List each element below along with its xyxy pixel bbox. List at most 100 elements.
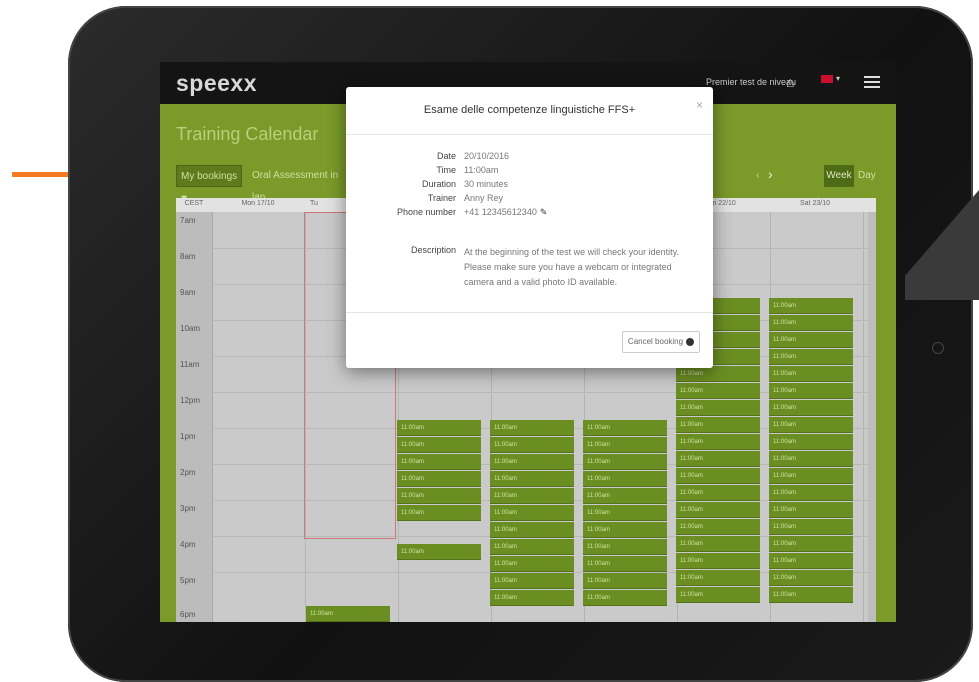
slot-block[interactable]: 11:00am xyxy=(583,556,667,572)
slot-block[interactable]: 11:00am xyxy=(676,366,760,382)
slot-block[interactable]: 11:00am xyxy=(769,570,853,586)
speexx-logo[interactable]: speexx xyxy=(176,70,257,97)
day-column-mon[interactable] xyxy=(213,212,306,622)
slot-block[interactable]: 11:00am xyxy=(583,454,667,470)
slot-block[interactable]: 11:00am xyxy=(769,366,853,382)
slot-block[interactable]: 11:00am xyxy=(397,471,481,487)
slot-block[interactable]: 11:00am xyxy=(397,454,481,470)
slot-block[interactable]: 11:00am xyxy=(676,417,760,433)
slot-block[interactable]: 11:00am xyxy=(583,437,667,453)
slot-block[interactable]: 11:00am xyxy=(769,315,853,331)
slot-block[interactable]: 11:00am xyxy=(676,502,760,518)
time-value: 11:00am xyxy=(464,165,499,175)
slot-block[interactable]: 11:00am xyxy=(490,488,574,504)
slot-block[interactable]: 11:00am xyxy=(490,437,574,453)
slot-block[interactable]: 11:00am xyxy=(769,298,853,314)
slot-block[interactable]: 11:00am xyxy=(583,539,667,555)
slot-block[interactable]: 11:00am xyxy=(583,420,667,436)
slot-block[interactable]: 11:00am xyxy=(676,519,760,535)
slot-block[interactable]: 11:00am xyxy=(769,485,853,501)
slot-block[interactable]: 11:00am xyxy=(769,383,853,399)
hour-label: 11am xyxy=(180,360,200,369)
hour-label: 7am xyxy=(180,216,196,225)
slot-block[interactable]: 11:00am xyxy=(397,420,481,436)
hour-label: 1pm xyxy=(180,432,196,441)
menu-icon[interactable] xyxy=(864,76,880,78)
slot-block[interactable]: 11:00am xyxy=(490,471,574,487)
slot-block[interactable]: 11:00am xyxy=(397,544,481,560)
slot-block[interactable]: 11:00am xyxy=(769,434,853,450)
slot-block[interactable]: 11:00am xyxy=(490,573,574,589)
day-header: Sat 23/10 xyxy=(800,200,830,207)
slot-block[interactable]: 11:00am xyxy=(676,383,760,399)
booking-details-modal: Esame delle competenze linguistiche FFS+… xyxy=(346,87,713,368)
cancel-booking-button[interactable]: Cancel booking xyxy=(622,331,700,353)
my-bookings-button[interactable]: My bookings ■ xyxy=(176,165,242,204)
prev-week-button[interactable]: ‹ xyxy=(756,170,759,181)
trainer-value: Anny Rey xyxy=(464,193,504,203)
slot-block[interactable]: 11:00am xyxy=(769,587,853,603)
slot-block[interactable]: 11:00am xyxy=(769,468,853,484)
slot-block[interactable]: 11:00am xyxy=(676,553,760,569)
chevron-down-icon[interactable]: ▾ xyxy=(836,74,840,83)
slot-block[interactable]: 11:00am xyxy=(676,570,760,586)
slot-block[interactable]: 11:00am xyxy=(676,400,760,416)
slot-block[interactable]: 11:00am xyxy=(583,505,667,521)
slot-block[interactable]: 11:00am xyxy=(490,590,574,606)
pencil-icon[interactable]: ✎ xyxy=(540,207,548,218)
slot-block[interactable]: 11:00am xyxy=(583,590,667,606)
level-test-link[interactable]: Premier test de niveau xyxy=(706,77,796,87)
week-view-button[interactable]: Week xyxy=(824,165,854,187)
hour-label: 10am xyxy=(180,324,201,333)
slot-block[interactable]: 11:00am xyxy=(676,536,760,552)
slot-block[interactable]: 11:00am xyxy=(583,573,667,589)
day-view-button[interactable]: Day xyxy=(858,165,886,187)
slot-block[interactable]: 11:00am xyxy=(769,349,853,365)
slot-block[interactable]: 11:00am xyxy=(583,471,667,487)
slot-block[interactable]: 11:00am xyxy=(676,451,760,467)
slot-block[interactable]: 11:00am xyxy=(676,468,760,484)
slot-block[interactable]: 11:00am xyxy=(769,400,853,416)
home-icon[interactable]: ⌂ xyxy=(786,74,794,90)
slot-block[interactable]: 11:00am xyxy=(490,420,574,436)
time-label: Time xyxy=(436,165,456,175)
slot-block[interactable]: 11:00am xyxy=(490,539,574,555)
hour-label: 12pm xyxy=(180,396,201,405)
flag-icon[interactable] xyxy=(821,75,833,83)
hour-label: 8am xyxy=(180,252,196,261)
modal-divider xyxy=(346,134,713,135)
logo-text: speexx xyxy=(176,70,258,96)
course-filter-select[interactable]: Oral Assessment in lan xyxy=(252,165,348,203)
description-text: At the beginning of the test we will che… xyxy=(464,247,679,287)
next-week-button[interactable]: › xyxy=(768,166,773,182)
calendar-scrollbar[interactable] xyxy=(868,212,876,622)
slot-block[interactable]: 11:00am xyxy=(490,556,574,572)
time-column: 7am 8am 9am 10am 11am 12pm 1pm 2pm 3pm 4… xyxy=(176,212,213,622)
tablet-camera-icon xyxy=(932,342,944,354)
hour-label: 3pm xyxy=(180,504,196,513)
slot-block[interactable]: 11:00am xyxy=(397,437,481,453)
slot-block[interactable]: 11:00am xyxy=(490,505,574,521)
slot-block[interactable]: 11:00am xyxy=(769,502,853,518)
slot-block[interactable]: 11:00am xyxy=(769,519,853,535)
date-value: 20/10/2016 xyxy=(464,151,510,161)
slot-block[interactable]: 11:00am xyxy=(306,606,390,622)
hour-label: 4pm xyxy=(180,540,196,549)
close-icon[interactable]: × xyxy=(696,98,703,112)
slot-block[interactable]: 11:00am xyxy=(769,417,853,433)
slot-block[interactable]: 11:00am xyxy=(397,505,481,521)
slot-block[interactable]: 11:00am xyxy=(676,587,760,603)
slot-block[interactable]: 11:00am xyxy=(769,451,853,467)
slot-block[interactable]: 11:00am xyxy=(676,434,760,450)
slot-block[interactable]: 11:00am xyxy=(769,553,853,569)
day-header: Mon 17/10 xyxy=(241,200,275,207)
slot-block[interactable]: 11:00am xyxy=(583,488,667,504)
slot-block[interactable]: 11:00am xyxy=(583,522,667,538)
slot-block[interactable]: 11:00am xyxy=(676,485,760,501)
slot-block[interactable]: 11:00am xyxy=(490,454,574,470)
slot-block[interactable]: 11:00am xyxy=(490,522,574,538)
slot-block[interactable]: 11:00am xyxy=(397,488,481,504)
slot-block[interactable]: 11:00am xyxy=(769,536,853,552)
modal-title: Esame delle competenze linguistiche FFS+ xyxy=(423,104,636,116)
slot-block[interactable]: 11:00am xyxy=(769,332,853,348)
